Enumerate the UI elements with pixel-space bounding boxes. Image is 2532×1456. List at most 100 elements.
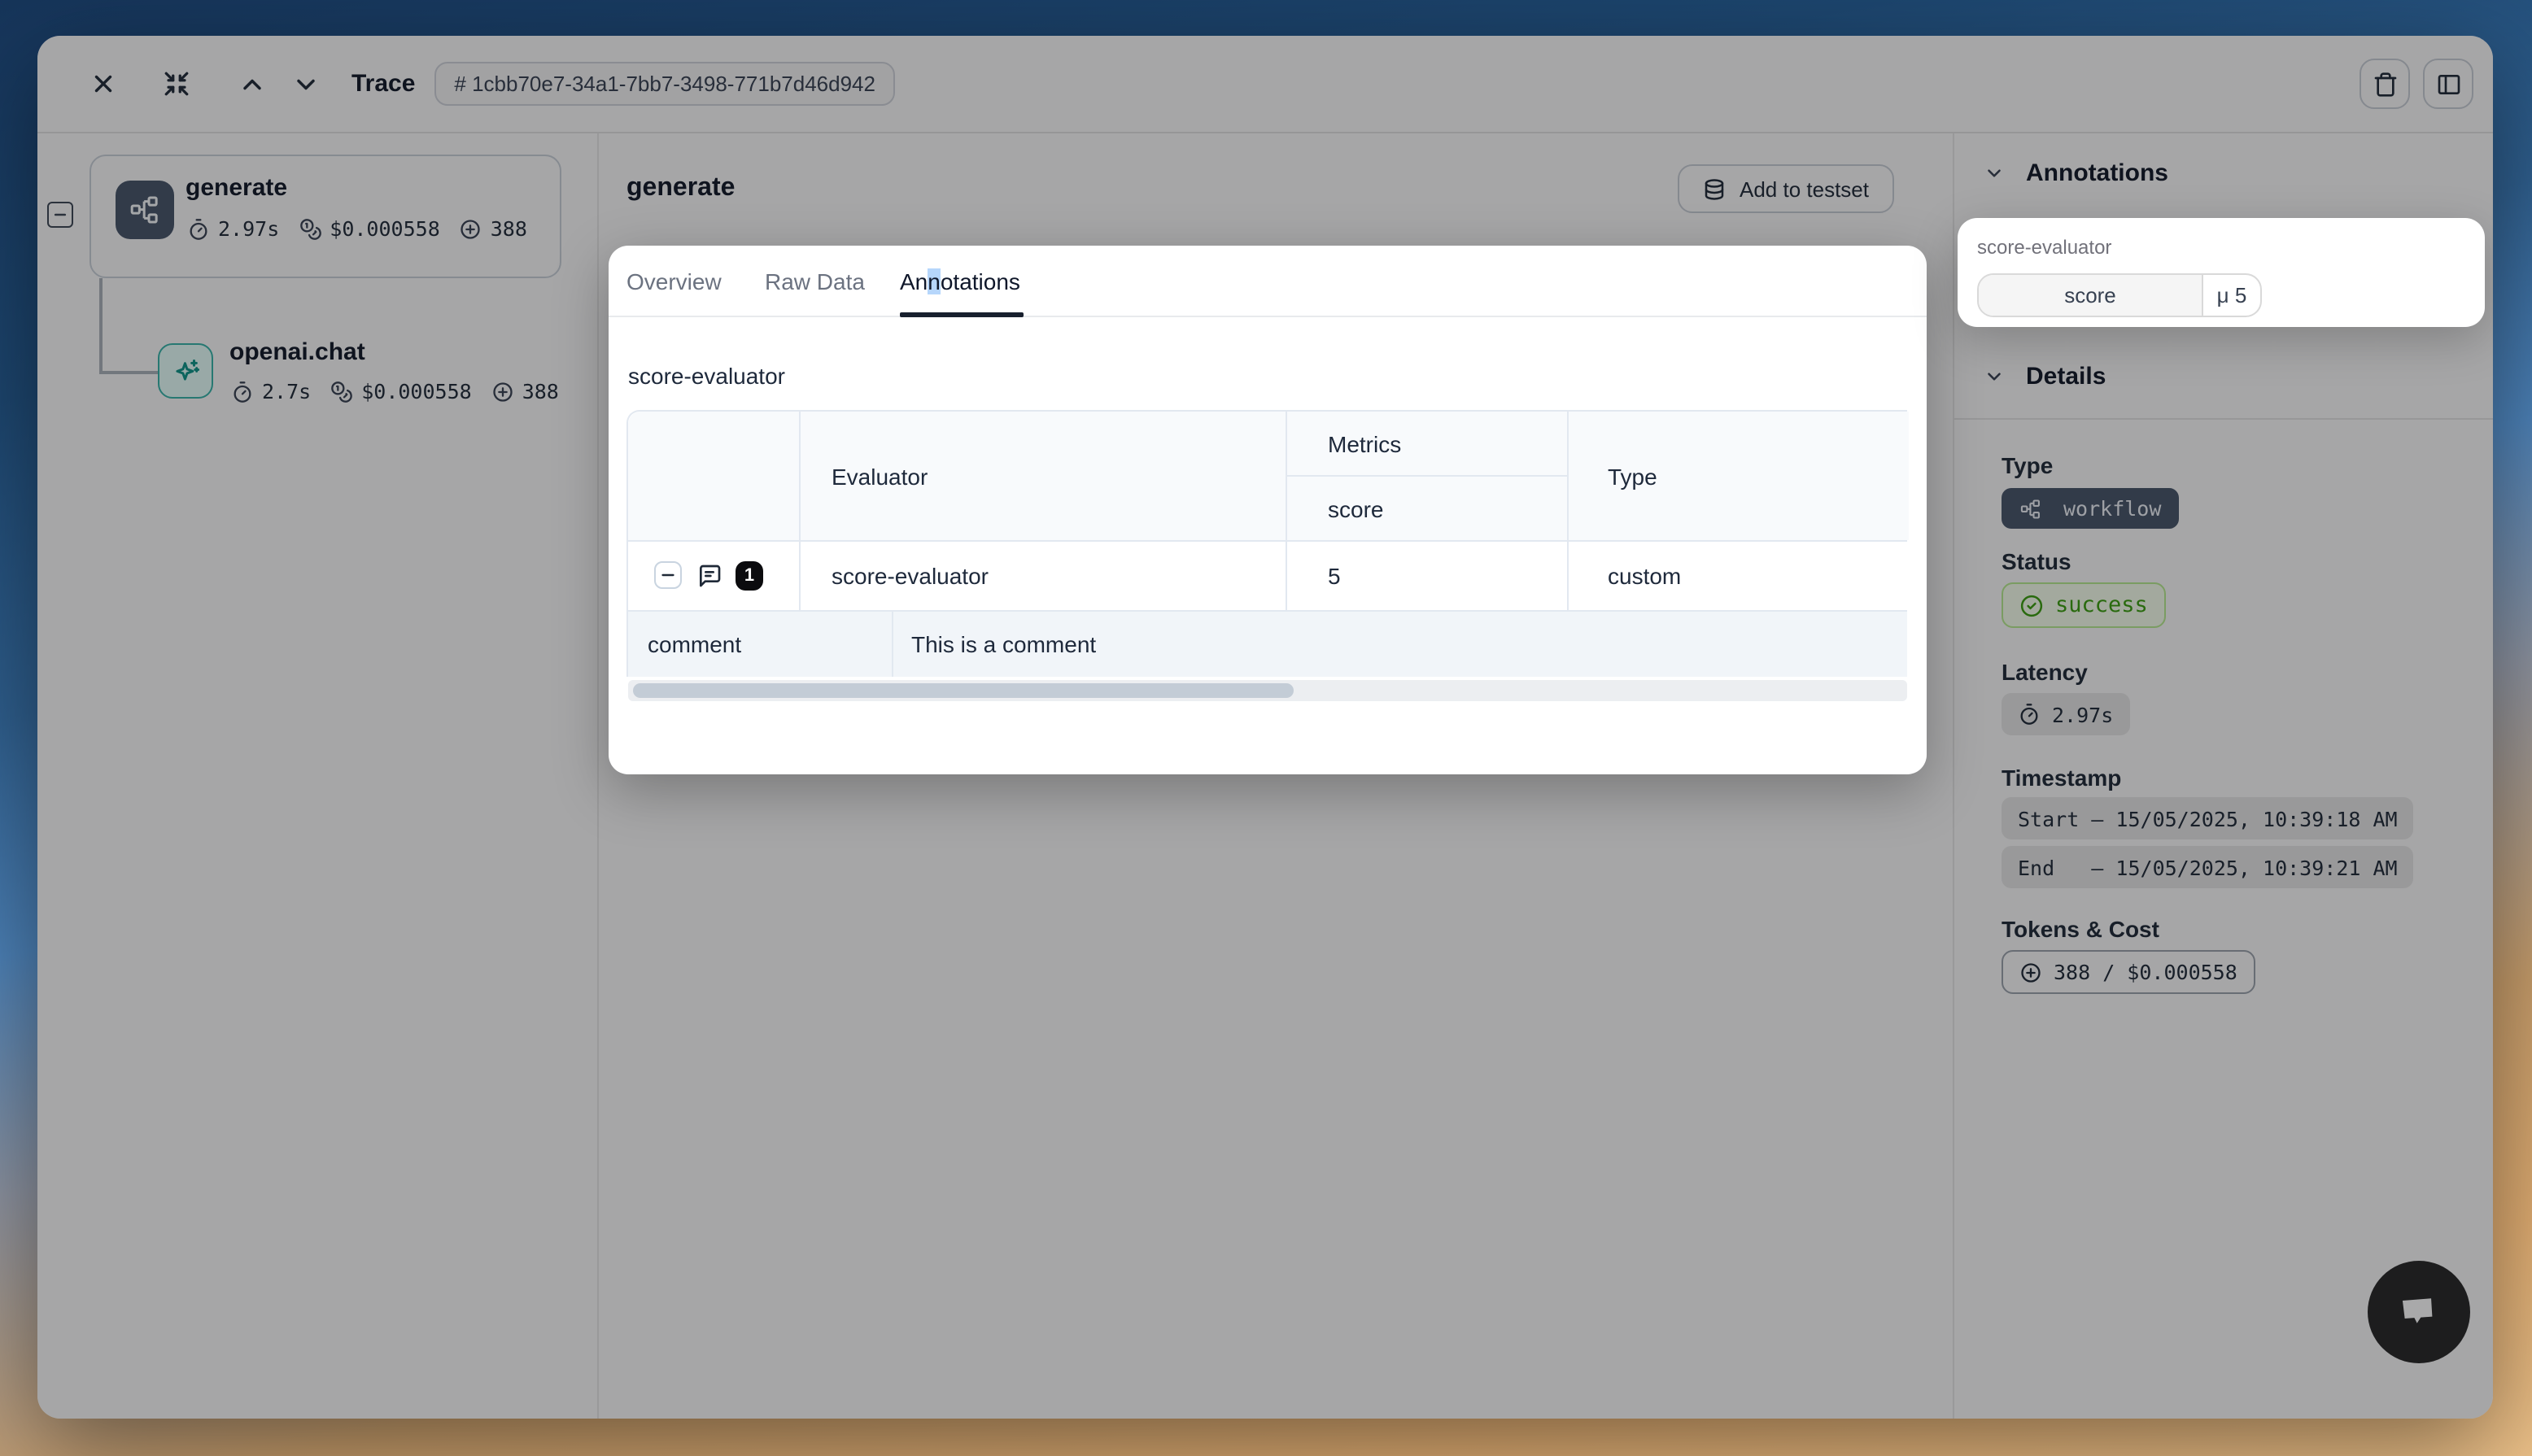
minus-icon	[52, 207, 68, 223]
tokens-cost-label: Tokens & Cost	[2002, 916, 2159, 942]
details-section-toggle[interactable]: Details	[1984, 363, 2106, 390]
plus-circle-icon	[460, 217, 482, 240]
comment-row	[628, 612, 1907, 677]
metrics-subheader-divider	[1286, 475, 1569, 477]
tokens-value: 388	[522, 379, 559, 403]
timer-icon	[2018, 703, 2041, 726]
cost-metric: $0.000558	[299, 216, 439, 241]
text-selection: n	[928, 268, 941, 294]
tokens-value: 388	[491, 216, 527, 241]
latency-badge: 2.97s	[2002, 693, 2129, 735]
panel-left-icon	[2435, 71, 2461, 97]
shrink-icon	[162, 70, 190, 98]
message-square-icon	[696, 563, 722, 589]
header-bottom-border	[628, 540, 1907, 542]
tab-label: Raw Data	[765, 268, 865, 294]
table-header-background	[628, 412, 1909, 540]
delete-trace-button[interactable]	[2360, 59, 2410, 109]
add-to-testset-label: Add to testset	[1740, 177, 1869, 201]
metric-aggregate: μ 5	[2203, 275, 2260, 316]
annotations-table: Evaluator Metrics score Type 1 score-eva…	[626, 410, 1907, 677]
annotation-summary-card: score-evaluator score μ 5	[1958, 218, 2485, 327]
column-divider	[1567, 412, 1569, 610]
chevron-down-icon	[1984, 366, 2005, 387]
scrollbar-thumb[interactable]	[633, 683, 1294, 698]
evaluator-section-title: score-evaluator	[628, 363, 785, 389]
tokens-metric: 388	[491, 379, 559, 403]
cell-evaluator: score-evaluator	[832, 563, 989, 589]
node-metrics: 2.7s $0.000558 388	[231, 379, 559, 403]
plus-circle-icon	[491, 380, 514, 403]
database-icon	[1702, 177, 1727, 201]
collapse-row-button[interactable]	[654, 561, 682, 589]
minus-icon	[659, 566, 677, 584]
column-divider	[799, 412, 801, 610]
chevron-up-icon	[238, 69, 267, 98]
timestamp-end-value: End — 15/05/2025, 10:39:21 AM	[2018, 855, 2398, 879]
type-label: Type	[2002, 452, 2053, 478]
tokens-cost-value: 388 / $0.000558	[2054, 960, 2237, 984]
tab-bar: Overview Raw Data Annotations	[609, 246, 1927, 317]
metric-name: score	[1979, 275, 2203, 316]
tab-annotations[interactable]: Annotations	[900, 246, 1020, 317]
chevron-down-icon	[1984, 163, 2005, 184]
trace-tree-sidebar: generate 2.97s $0.000558 388	[37, 133, 599, 1419]
support-chat-button[interactable]	[2368, 1261, 2470, 1363]
horizontal-scrollbar	[628, 680, 1907, 701]
coins-icon	[299, 217, 321, 240]
node-name: openai.chat	[229, 338, 365, 366]
tab-raw-data[interactable]: Raw Data	[765, 246, 865, 317]
timestamp-start-value: Start — 15/05/2025, 10:39:18 AM	[2018, 806, 2398, 830]
timer-icon	[231, 380, 254, 403]
tokens-metric: 388	[460, 216, 527, 241]
tab-label: Annotations	[900, 268, 1020, 294]
section-divider	[1954, 418, 2493, 420]
details-sidebar: Annotations score-evaluator score μ 5 De…	[1953, 133, 2493, 1419]
screen-background: Trace # 1cbb70e7-34a1-7bb7-3498-771b7d46…	[0, 0, 2532, 1456]
workflow-icon	[116, 181, 174, 239]
annotation-evaluator-name: score-evaluator	[1977, 236, 2111, 259]
sparkles-icon	[158, 343, 213, 399]
column-divider	[1286, 412, 1287, 610]
workflow-icon	[2019, 497, 2042, 520]
tree-collapse-toggle[interactable]	[47, 202, 73, 228]
active-tab-indicator	[900, 312, 1024, 317]
close-button[interactable]	[83, 64, 122, 103]
add-to-testset-button[interactable]: Add to testset	[1678, 164, 1893, 213]
tab-overview[interactable]: Overview	[626, 246, 722, 317]
annotations-section-title: Annotations	[2026, 159, 2168, 187]
status-value: success	[2055, 592, 2148, 618]
prev-trace-button[interactable]	[233, 64, 272, 103]
span-title: generate	[626, 174, 735, 203]
latency-metric: 2.97s	[187, 216, 279, 241]
row-comment-button[interactable]	[696, 563, 722, 589]
column-header-metrics: Metrics	[1328, 431, 1401, 457]
latency-value: 2.97s	[2052, 702, 2113, 726]
tokens-cost-badge: 388 / $0.000558	[2002, 950, 2255, 994]
close-icon	[89, 70, 116, 98]
toolbar: Trace # 1cbb70e7-34a1-7bb7-3498-771b7d46…	[37, 36, 2493, 133]
toolbar-right-actions	[2360, 59, 2493, 109]
comment-count-badge: 1	[736, 561, 763, 591]
cost-metric: $0.000558	[330, 379, 471, 403]
details-section-title: Details	[2026, 363, 2106, 390]
annotations-section-toggle[interactable]: Annotations	[1984, 159, 2168, 187]
annotation-metric-chip[interactable]: score μ 5	[1977, 273, 2262, 317]
tree-node-generate[interactable]: generate 2.97s $0.000558 388	[89, 155, 561, 278]
comment-label: comment	[648, 631, 741, 657]
timestamp-end-badge: End — 15/05/2025, 10:39:21 AM	[2002, 846, 2414, 888]
next-trace-button[interactable]	[286, 64, 325, 103]
collapse-drawer-button[interactable]	[156, 64, 195, 103]
status-badge: success	[2002, 582, 2166, 628]
trash-icon	[2372, 71, 2398, 97]
comment-column-divider	[892, 612, 893, 677]
coins-icon	[330, 380, 353, 403]
toggle-side-panel-button[interactable]	[2423, 59, 2473, 109]
latency-value: 2.97s	[218, 216, 279, 241]
tab-label: Overview	[626, 268, 722, 294]
trace-id-chip[interactable]: # 1cbb70e7-34a1-7bb7-3498-771b7d46d942	[434, 62, 895, 106]
chevron-down-icon	[291, 69, 321, 98]
timer-icon	[187, 217, 210, 240]
tree-node-openai-chat[interactable]: openai.chat 2.7s $0.000558 388	[37, 329, 599, 420]
comment-value: This is a comment	[911, 631, 1096, 657]
